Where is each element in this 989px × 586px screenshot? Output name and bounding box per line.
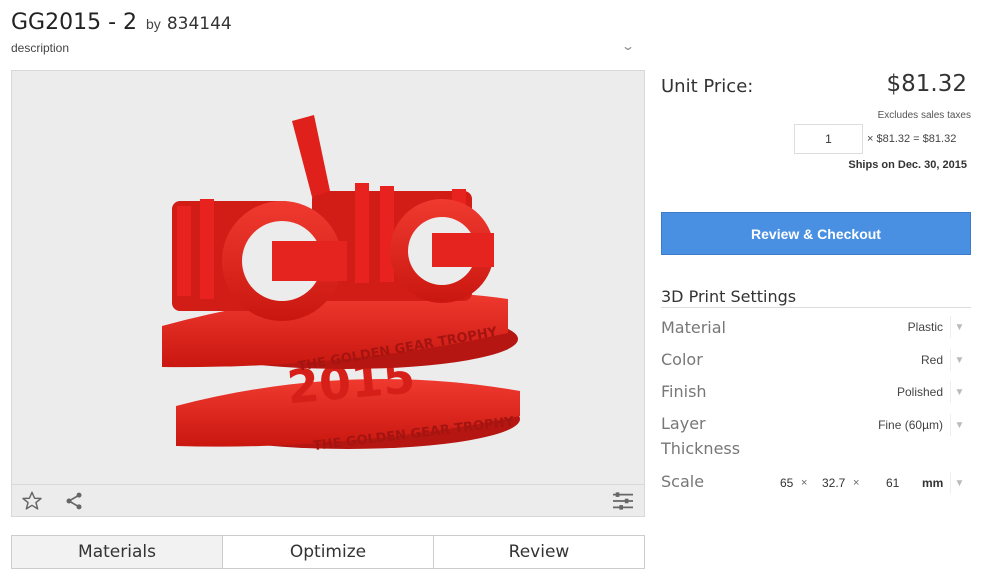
times-label: × [853,477,860,489]
price-formula: × $81.32 = $81.32 [867,133,957,145]
layer-value[interactable]: Fine (60µm) [878,418,943,432]
chevron-down-icon[interactable]: ▼ [950,349,968,371]
chevron-down-icon[interactable]: ▼ [950,316,968,338]
material-value[interactable]: Plastic [908,320,943,334]
quantity-input[interactable]: 1 [794,124,863,154]
trophy-model: THE GOLDEN GEAR TROPHY 2015 THE GOLDEN G… [162,115,520,454]
tab-materials[interactable]: Materials [12,536,223,568]
model-viewer[interactable]: THE GOLDEN GEAR TROPHY 2015 THE GOLDEN G… [11,70,645,517]
finish-label: Finish [661,382,707,401]
scale-x-input[interactable]: 65 [780,476,793,490]
star-icon[interactable] [20,490,44,512]
color-value[interactable]: Red [921,353,943,367]
review-checkout-button[interactable]: Review & Checkout [661,212,971,255]
description-toggle[interactable]: description [11,41,69,55]
author-link[interactable]: 834144 [167,14,232,34]
tab-review[interactable]: Review [434,536,644,568]
thickness-label: Thickness [661,439,741,458]
scale-unit[interactable]: mm [922,476,943,490]
color-label: Color [661,350,703,369]
settings-title: 3D Print Settings [661,287,797,306]
chevron-down-icon[interactable]: ▼ [950,381,968,403]
tax-note: Excludes sales taxes [877,110,971,121]
finish-value[interactable]: Polished [897,385,943,399]
scale-y-input[interactable]: 32.7 [822,476,845,490]
tab-optimize[interactable]: Optimize [223,536,434,568]
by-label: by [146,16,161,32]
viewer-toolbar [12,484,644,516]
share-icon[interactable] [62,490,86,512]
title-row: GG2015 - 2 by 834144 [11,10,232,35]
scale-label: Scale [661,472,705,491]
chevron-down-icon[interactable]: ▼ [950,472,968,494]
chevron-down-icon[interactable]: ⌄ [621,39,635,53]
unit-price-label: Unit Price: [661,76,754,97]
sliders-icon[interactable] [611,490,635,512]
ship-date: Ships on Dec. 30, 2015 [848,159,967,171]
unit-price-value: $81.32 [886,71,967,97]
divider [661,307,971,308]
chevron-down-icon[interactable]: ▼ [950,414,968,436]
times-label: × [801,477,808,489]
workflow-tabs: Materials Optimize Review [11,535,645,569]
material-label: Material [661,318,726,337]
product-title: GG2015 - 2 [11,10,138,35]
layer-label: Layer [661,414,706,433]
scale-z-input[interactable]: 61 [886,476,899,490]
